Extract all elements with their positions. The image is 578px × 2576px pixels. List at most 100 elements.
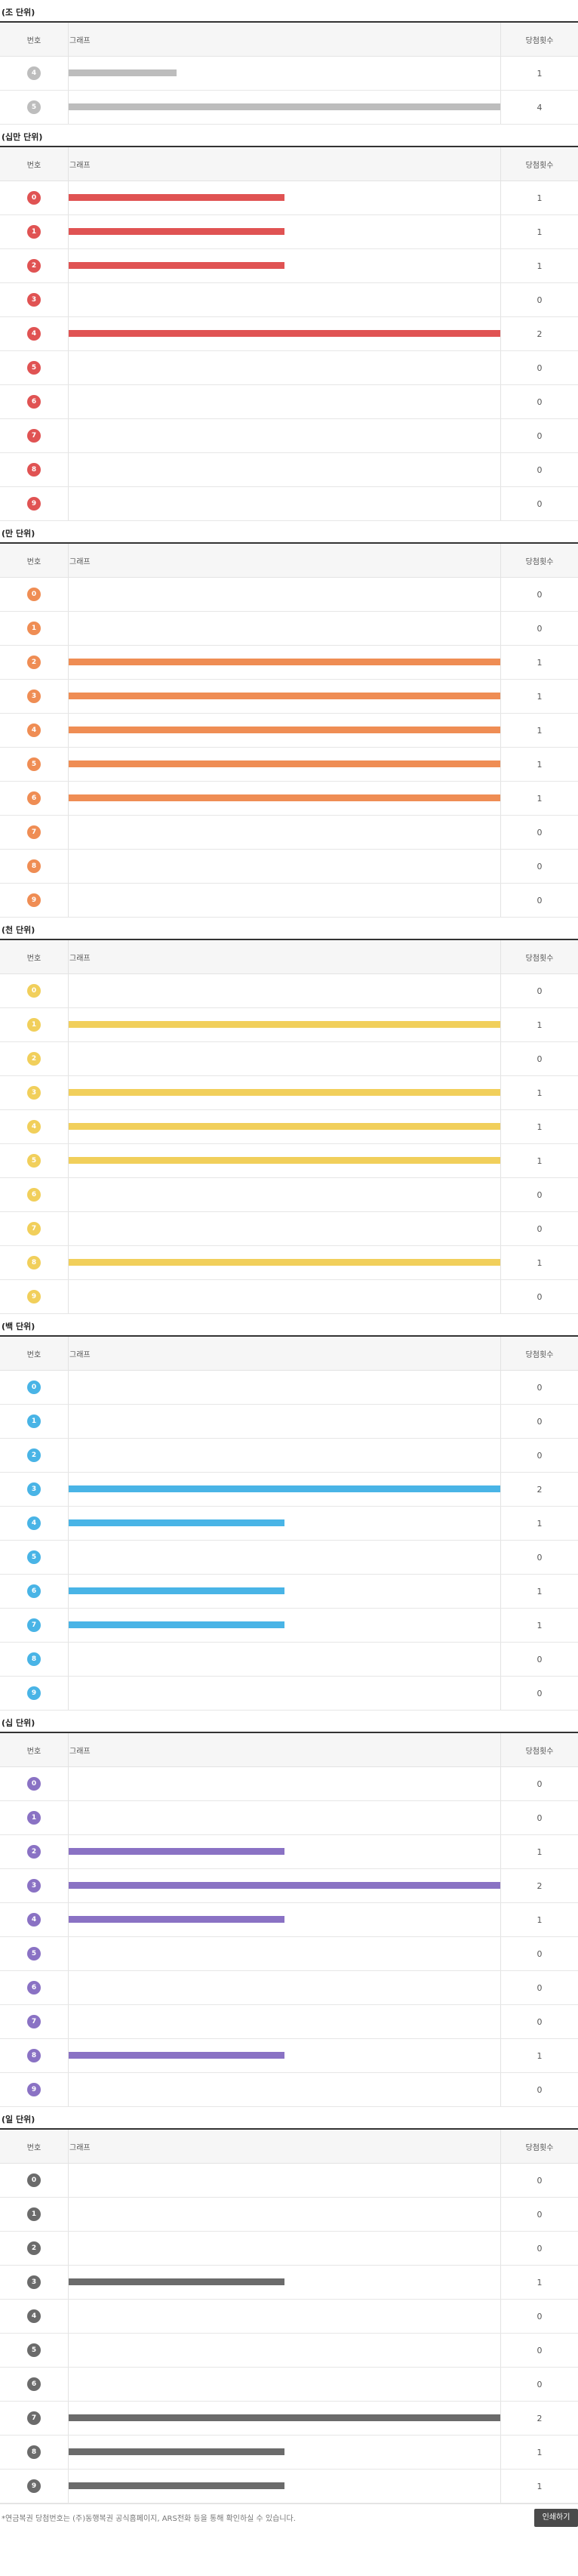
stats-table: 번호그래프당첨횟수00102031405060728191 — [0, 2128, 578, 2504]
number-ball: 0 — [27, 2173, 41, 2187]
number-ball: 0 — [27, 984, 41, 998]
graph-cell — [69, 578, 501, 612]
number-cell: 5 — [0, 91, 69, 125]
count-cell: 1 — [501, 748, 578, 782]
col-header-number: 번호 — [0, 1732, 69, 1767]
count-bar — [69, 2278, 284, 2285]
number-cell: 0 — [0, 1371, 69, 1405]
table-row: 41 — [0, 57, 578, 91]
count-cell: 1 — [501, 1609, 578, 1643]
graph-cell — [69, 1903, 501, 1937]
count-cell: 4 — [501, 91, 578, 125]
table-row: 51 — [0, 748, 578, 782]
graph-cell — [69, 782, 501, 816]
table-row: 41 — [0, 1110, 578, 1144]
count-cell: 0 — [501, 2232, 578, 2266]
number-cell: 2 — [0, 249, 69, 283]
count-bar — [69, 103, 500, 110]
col-header-graph: 그래프 — [69, 2129, 501, 2164]
number-ball: 5 — [27, 1947, 41, 1961]
count-cell: 0 — [501, 2164, 578, 2198]
number-cell: 6 — [0, 1178, 69, 1212]
table-row: 50 — [0, 1541, 578, 1575]
number-cell: 7 — [0, 1609, 69, 1643]
count-cell: 1 — [501, 714, 578, 748]
number-cell: 8 — [0, 2436, 69, 2470]
table-row: 81 — [0, 2039, 578, 2073]
count-cell: 0 — [501, 1212, 578, 1246]
count-cell: 0 — [501, 2198, 578, 2232]
count-cell: 1 — [501, 181, 578, 215]
graph-cell — [69, 2334, 501, 2368]
count-cell: 1 — [501, 2470, 578, 2504]
count-bar — [69, 330, 500, 337]
graph-cell — [69, 1439, 501, 1473]
number-cell: 5 — [0, 2334, 69, 2368]
number-cell: 6 — [0, 782, 69, 816]
graph-cell — [69, 1280, 501, 1314]
table-row: 10 — [0, 1801, 578, 1835]
number-ball: 8 — [27, 2445, 41, 2459]
count-cell: 1 — [501, 1008, 578, 1042]
count-cell: 0 — [501, 612, 578, 646]
count-cell: 0 — [501, 2368, 578, 2402]
table-row: 72 — [0, 2402, 578, 2436]
number-ball: 0 — [27, 588, 41, 601]
table-row: 60 — [0, 1178, 578, 1212]
count-cell: 1 — [501, 2436, 578, 2470]
graph-cell — [69, 351, 501, 385]
count-cell: 1 — [501, 1835, 578, 1869]
count-cell: 2 — [501, 1869, 578, 1903]
count-cell: 0 — [501, 2073, 578, 2107]
table-row: 60 — [0, 385, 578, 419]
count-bar — [69, 1882, 500, 1889]
count-cell: 1 — [501, 1903, 578, 1937]
number-cell: 3 — [0, 283, 69, 317]
number-ball: 4 — [27, 723, 41, 737]
count-cell: 0 — [501, 1767, 578, 1801]
graph-cell — [69, 2198, 501, 2232]
number-cell: 8 — [0, 1246, 69, 1280]
count-cell: 0 — [501, 2300, 578, 2334]
table-row: 10 — [0, 1405, 578, 1439]
count-bar — [69, 794, 500, 801]
table-row: 90 — [0, 1280, 578, 1314]
number-ball: 3 — [27, 2275, 41, 2289]
col-header-graph: 그래프 — [69, 1732, 501, 1767]
count-bar — [69, 693, 500, 699]
graph-cell — [69, 2073, 501, 2107]
stats-table: 번호그래프당첨횟수00102132415060708190 — [0, 1732, 578, 2107]
number-cell: 8 — [0, 453, 69, 487]
number-ball: 3 — [27, 293, 41, 307]
table-row: 80 — [0, 850, 578, 884]
number-ball: 2 — [27, 1448, 41, 1462]
number-ball: 2 — [27, 1052, 41, 1066]
stats-table: 번호그래프당첨횟수00102131415161708090 — [0, 542, 578, 918]
number-ball: 9 — [27, 497, 41, 511]
graph-cell — [69, 2039, 501, 2073]
graph-cell — [69, 2164, 501, 2198]
number-cell: 9 — [0, 2470, 69, 2504]
count-bar — [69, 1259, 500, 1266]
graph-cell — [69, 487, 501, 521]
number-ball: 9 — [27, 2083, 41, 2096]
number-ball: 5 — [27, 1550, 41, 1564]
table-row: 80 — [0, 453, 578, 487]
table-row: 90 — [0, 2073, 578, 2107]
number-ball: 3 — [27, 1482, 41, 1496]
graph-cell — [69, 680, 501, 714]
count-cell: 0 — [501, 1677, 578, 1711]
count-cell: 1 — [501, 646, 578, 680]
graph-cell — [69, 91, 501, 125]
table-row: 10 — [0, 2198, 578, 2232]
number-ball: 7 — [27, 2411, 41, 2425]
table-row: 61 — [0, 782, 578, 816]
print-button[interactable]: 인쇄하기 — [534, 2509, 578, 2527]
number-ball: 7 — [27, 1222, 41, 1236]
graph-cell — [69, 2402, 501, 2436]
number-cell: 9 — [0, 2073, 69, 2107]
count-bar — [69, 262, 284, 269]
section-title: (만 단위) — [0, 526, 578, 542]
section-title: (십만 단위) — [0, 129, 578, 146]
number-cell: 7 — [0, 1212, 69, 1246]
